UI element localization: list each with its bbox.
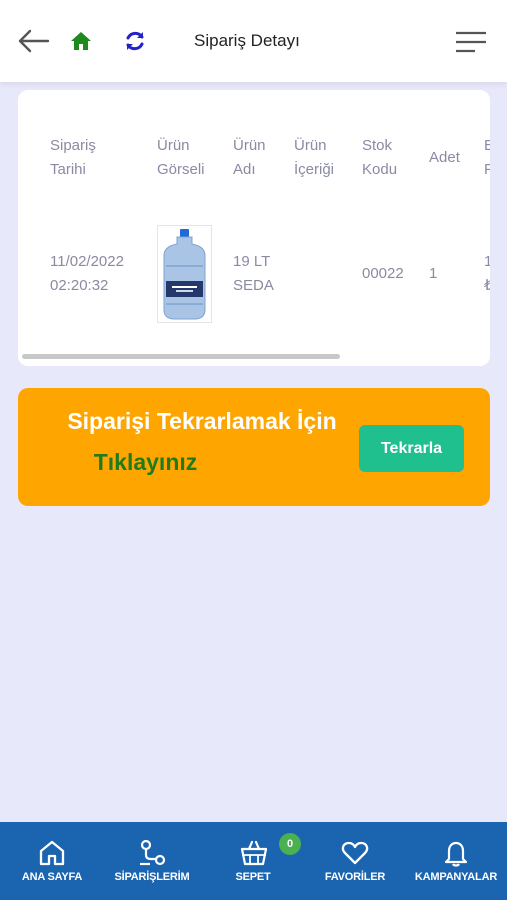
refresh-icon[interactable]: [123, 29, 147, 53]
col-header-stock-code: Stok Kodu: [362, 137, 398, 178]
product-name-cell: 19 LT SEDA: [233, 253, 274, 294]
quantity-cell: 1: [429, 265, 438, 282]
col-header-product-image: Ürün Görseli: [157, 137, 205, 178]
app-header: Sipariş Detayı: [0, 0, 507, 82]
col-header-quantity: Adet: [429, 149, 460, 166]
home-icon[interactable]: [70, 31, 92, 51]
col-header-product-name: Ürün Adı: [233, 137, 266, 178]
nav-label-campaigns: KAMPANYALAR: [414, 871, 498, 883]
col-header-product-content: Ürün İçeriği: [294, 137, 335, 178]
bell-icon: [444, 841, 468, 867]
orders-icon: [140, 839, 166, 866]
nav-item-orders[interactable]: SİPARİŞLERİM: [104, 822, 200, 900]
col-header-price-partial: BF: [484, 137, 490, 178]
nav-label-orders: SİPARİŞLERİM: [114, 871, 190, 883]
nav-item-home[interactable]: ANA SAYFA: [0, 822, 104, 900]
bottom-navigation: ANA SAYFA SİPARİŞLERİM SEPET FAVORİLER K…: [0, 822, 507, 900]
order-date-cell: 11/02/2022 02:20:32: [50, 253, 124, 294]
home-outline-icon: [39, 840, 65, 866]
product-image: [157, 225, 212, 323]
horizontal-scrollbar[interactable]: [22, 354, 340, 359]
menu-icon[interactable]: [455, 31, 487, 53]
order-detail-table: Sipariş Tarihi Ürün Görseli Ürün Adı Ürün İç…: [18, 90, 490, 366]
reorder-button[interactable]: Tekrarla: [359, 425, 464, 472]
back-arrow-icon[interactable]: [16, 28, 50, 54]
basket-icon: [240, 840, 268, 866]
price-partial-cell: 1 ₺: [484, 253, 490, 294]
reorder-banner: Siparişi Tekrarlamak İçin Tıklayınız Tek…: [18, 388, 490, 506]
reorder-text-line1: Siparişi Tekrarlamak İçin: [67, 408, 337, 434]
nav-label-favorites: FAVORİLER: [324, 871, 386, 883]
nav-label-home: ANA SAYFA: [21, 871, 83, 883]
stock-code-cell: 00022: [362, 265, 404, 282]
nav-item-favorites[interactable]: FAVORİLER: [305, 822, 405, 900]
nav-item-campaigns[interactable]: KAMPANYALAR: [405, 822, 507, 900]
cart-count-badge: 0: [279, 833, 301, 855]
heart-icon: [341, 841, 369, 865]
nav-label-basket: SEPET: [235, 871, 271, 883]
col-header-order-date: Sipariş Tarihi: [50, 137, 96, 178]
reorder-text-line2[interactable]: Tıklayınız: [18, 449, 273, 476]
page-title: Sipariş Detayı: [194, 31, 300, 50]
